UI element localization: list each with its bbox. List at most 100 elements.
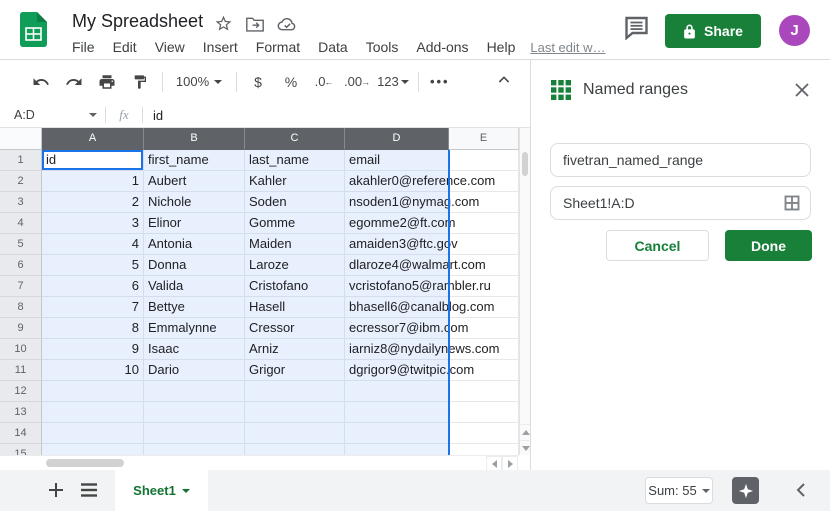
cell-C8[interactable]: Hasell <box>245 297 345 318</box>
cell-A9[interactable]: 8 <box>42 318 144 339</box>
cell-A1[interactable]: id <box>42 150 144 171</box>
cell-B14[interactable] <box>144 423 245 444</box>
cell-C14[interactable] <box>245 423 345 444</box>
cell-E12[interactable] <box>449 381 519 402</box>
sum-dropdown-icon[interactable] <box>702 489 710 493</box>
explore-button[interactable] <box>732 477 759 504</box>
all-sheets-icon[interactable] <box>80 482 98 503</box>
cell-A10[interactable]: 9 <box>42 339 144 360</box>
collapse-toolbar-icon[interactable] <box>496 72 512 93</box>
row-header-1[interactable]: 1 <box>0 150 42 171</box>
row-header-4[interactable]: 4 <box>0 213 42 234</box>
cell-C7[interactable]: Cristofano <box>245 276 345 297</box>
cell-B13[interactable] <box>144 402 245 423</box>
cell-D13[interactable] <box>345 402 449 423</box>
cell-A15[interactable] <box>42 444 144 455</box>
row-header-6[interactable]: 6 <box>0 255 42 276</box>
cell-D2[interactable]: akahler0@reference.com <box>345 171 449 192</box>
paint-format-icon[interactable] <box>127 69 153 95</box>
column-header-A[interactable]: A <box>42 128 144 150</box>
name-box-dropdown-icon[interactable] <box>89 113 97 117</box>
cell-C13[interactable] <box>245 402 345 423</box>
cell-C4[interactable]: Gomme <box>245 213 345 234</box>
row-header-9[interactable]: 9 <box>0 318 42 339</box>
cell-C11[interactable]: Grigor <box>245 360 345 381</box>
cell-B10[interactable]: Isaac <box>144 339 245 360</box>
formula-input[interactable]: id <box>143 108 163 123</box>
menu-help[interactable]: Help <box>478 37 525 57</box>
row-header-7[interactable]: 7 <box>0 276 42 297</box>
cell-D11[interactable]: dgrigor9@twitpic.com <box>345 360 449 381</box>
more-formats-button[interactable]: 123 <box>377 69 409 95</box>
cell-A4[interactable]: 3 <box>42 213 144 234</box>
column-header-D[interactable]: D <box>345 128 449 150</box>
cell-B12[interactable] <box>144 381 245 402</box>
close-icon[interactable] <box>792 80 812 100</box>
more-toolbar-button[interactable]: ••• <box>427 69 453 95</box>
row-header-15[interactable]: 15 <box>0 444 42 455</box>
cell-A2[interactable]: 1 <box>42 171 144 192</box>
cell-B11[interactable]: Dario <box>144 360 245 381</box>
menu-tools[interactable]: Tools <box>357 37 408 57</box>
cell-E13[interactable] <box>449 402 519 423</box>
print-icon[interactable] <box>94 69 120 95</box>
last-edit-link[interactable]: Last edit w… <box>530 40 605 55</box>
cell-E15[interactable] <box>449 444 519 455</box>
cell-B4[interactable]: Elinor <box>144 213 245 234</box>
select-all-corner[interactable] <box>0 128 42 150</box>
cell-D3[interactable]: nsoden1@nymag.com <box>345 192 449 213</box>
comment-icon[interactable] <box>624 16 651 45</box>
horizontal-scrollbar[interactable] <box>0 455 519 470</box>
cell-E4[interactable] <box>449 213 519 234</box>
menu-view[interactable]: View <box>146 37 194 57</box>
redo-icon[interactable] <box>61 69 87 95</box>
cell-B9[interactable]: Emmalynne <box>144 318 245 339</box>
row-header-10[interactable]: 10 <box>0 339 42 360</box>
cell-A7[interactable]: 6 <box>42 276 144 297</box>
cell-D1[interactable]: email <box>345 150 449 171</box>
cell-E5[interactable] <box>449 234 519 255</box>
name-box[interactable]: A:D <box>0 108 105 122</box>
collapse-panel-icon[interactable] <box>794 481 808 504</box>
row-header-14[interactable]: 14 <box>0 423 42 444</box>
cell-C12[interactable] <box>245 381 345 402</box>
cell-C10[interactable]: Arniz <box>245 339 345 360</box>
scroll-left-icon[interactable] <box>486 456 502 471</box>
scroll-right-icon[interactable] <box>502 456 518 471</box>
cell-A11[interactable]: 10 <box>42 360 144 381</box>
cell-E14[interactable] <box>449 423 519 444</box>
row-header-8[interactable]: 8 <box>0 297 42 318</box>
cell-D4[interactable]: egomme2@ft.com <box>345 213 449 234</box>
done-button[interactable]: Done <box>725 230 812 261</box>
cell-C9[interactable]: Cressor <box>245 318 345 339</box>
cell-A6[interactable]: 5 <box>42 255 144 276</box>
share-button[interactable]: Share <box>665 14 761 48</box>
decrease-decimal-icon[interactable]: .0← <box>311 69 337 95</box>
cell-C1[interactable]: last_name <box>245 150 345 171</box>
row-header-11[interactable]: 11 <box>0 360 42 381</box>
range-name-input[interactable] <box>550 143 811 177</box>
cell-A5[interactable]: 4 <box>42 234 144 255</box>
vertical-scrollbar[interactable] <box>519 128 530 455</box>
cell-D8[interactable]: bhasell6@canalblog.com <box>345 297 449 318</box>
menu-format[interactable]: Format <box>247 37 309 57</box>
cell-B1[interactable]: first_name <box>144 150 245 171</box>
avatar[interactable]: J <box>779 15 810 46</box>
cell-D10[interactable]: iarniz8@nydailynews.com <box>345 339 449 360</box>
increase-decimal-icon[interactable]: .00→ <box>344 69 370 95</box>
cell-B2[interactable]: Aubert <box>144 171 245 192</box>
cell-C2[interactable]: Kahler <box>245 171 345 192</box>
cell-D15[interactable] <box>345 444 449 455</box>
cell-A13[interactable] <box>42 402 144 423</box>
column-header-E[interactable]: E <box>449 128 519 150</box>
menu-edit[interactable]: Edit <box>104 37 146 57</box>
row-header-12[interactable]: 12 <box>0 381 42 402</box>
cell-D6[interactable]: dlaroze4@walmart.com <box>345 255 449 276</box>
cell-D14[interactable] <box>345 423 449 444</box>
cell-D9[interactable]: ecressor7@ibm.com <box>345 318 449 339</box>
format-currency-icon[interactable]: $ <box>245 69 271 95</box>
sheets-logo-icon[interactable] <box>20 12 47 52</box>
cell-D7[interactable]: vcristofano5@rambler.ru <box>345 276 449 297</box>
cell-D5[interactable]: amaiden3@ftc.gov <box>345 234 449 255</box>
cell-E1[interactable] <box>449 150 519 171</box>
